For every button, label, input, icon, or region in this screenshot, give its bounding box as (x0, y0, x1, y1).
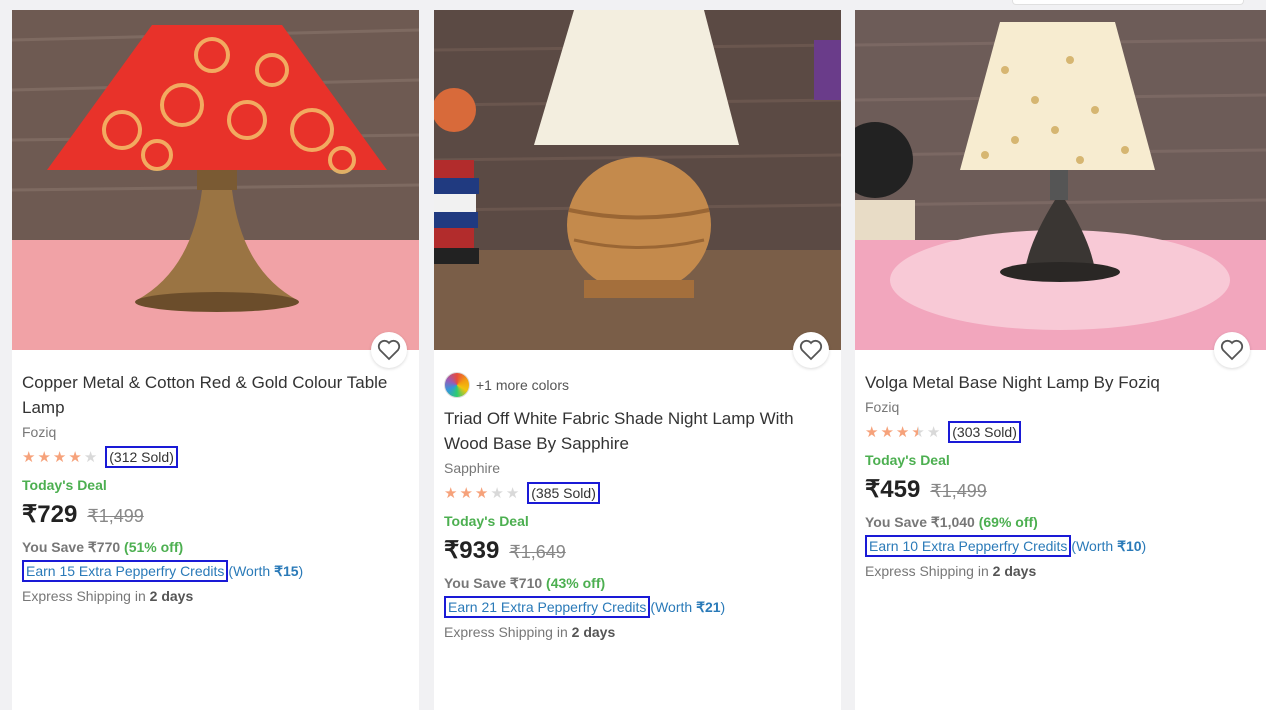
star-icon: ★ (880, 423, 894, 441)
star-icon: ★ (474, 484, 489, 502)
star-icon: ★ (865, 423, 879, 441)
star-icon: ★ (459, 484, 473, 502)
worth-prefix: (Worth (650, 598, 697, 615)
credits-row: Earn 21 Extra Pepperfry Credits (Worth ₹… (444, 594, 831, 620)
product-brand: Foziq (865, 399, 900, 415)
worth-suffix: ) (298, 562, 304, 579)
search-bar-edge[interactable] (1012, 0, 1244, 5)
deal-badge: Today's Deal (22, 477, 107, 493)
worth-prefix: (Worth (228, 562, 275, 579)
sale-price: ₹939 (444, 537, 500, 564)
discount-percent: (51% off) (124, 539, 184, 555)
product-card[interactable]: Copper Metal & Cotton Red & Gold Colour … (12, 10, 419, 710)
worth-suffix: ) (1141, 537, 1147, 554)
worth-value: ₹10 (1117, 537, 1142, 554)
star-icon: ★ (22, 448, 36, 466)
credits-worth: (Worth ₹15) (228, 563, 303, 580)
product-title[interactable]: Triad Off White Fabric Shade Night Lamp … (444, 406, 831, 456)
sold-count: (312 Sold) (105, 446, 178, 468)
sold-count: (385 Sold) (527, 482, 600, 504)
original-price: ₹1,499 (930, 481, 987, 501)
star-icon: ★ (911, 423, 925, 441)
shipping-info: Express Shipping in 2 days (444, 620, 831, 644)
product-title[interactable]: Volga Metal Base Night Lamp By Foziq (865, 370, 1256, 395)
credits-worth: (Worth ₹21) (650, 599, 725, 616)
product-card[interactable]: +1 more colors Triad Off White Fabric Sh… (434, 10, 841, 710)
sale-price: ₹459 (865, 476, 921, 503)
product-image[interactable] (434, 10, 841, 350)
product-brand: Foziq (22, 424, 57, 440)
deal-badge: Today's Deal (865, 452, 950, 468)
star-icon: ★ (83, 448, 98, 466)
worth-value: ₹15 (274, 562, 299, 579)
credits-link[interactable]: Earn 15 Extra Pepperfry Credits (22, 560, 229, 582)
worth-suffix: ) (720, 598, 726, 615)
savings-amount: You Save ₹1,040 (865, 514, 975, 530)
savings-text: You Save ₹710 (43% off) (444, 572, 831, 594)
color-wheel-icon (444, 372, 470, 398)
credits-row: Earn 15 Extra Pepperfry Credits (Worth ₹… (22, 558, 409, 584)
star-rating: ★ ★ ★ ★ ★ (865, 425, 942, 440)
more-colors-label: +1 more colors (476, 377, 569, 393)
credits-link[interactable]: Earn 10 Extra Pepperfry Credits (865, 535, 1072, 557)
shipping-days: 2 days (571, 624, 616, 640)
shipping-text: Express Shipping in (865, 563, 993, 579)
credits-row: Earn 10 Extra Pepperfry Credits (Worth ₹… (865, 533, 1256, 559)
star-icon: ★ (37, 448, 51, 466)
product-card[interactable]: Volga Metal Base Night Lamp By Foziq Foz… (855, 10, 1266, 710)
discount-percent: (43% off) (546, 575, 606, 591)
deal-badge: Today's Deal (444, 513, 529, 529)
more-colors[interactable]: +1 more colors (444, 372, 831, 398)
shipping-text: Express Shipping in (444, 624, 572, 640)
heart-icon (1220, 339, 1244, 361)
credits-link[interactable]: Earn 21 Extra Pepperfry Credits (444, 596, 651, 618)
savings-text: You Save ₹1,040 (69% off) (865, 511, 1256, 533)
shipping-info: Express Shipping in 2 days (865, 559, 1256, 583)
heart-icon (799, 339, 823, 361)
shipping-days: 2 days (992, 563, 1037, 579)
product-brand: Sapphire (444, 460, 501, 476)
shipping-info: Express Shipping in 2 days (22, 584, 409, 608)
sold-count: (303 Sold) (948, 421, 1021, 443)
star-icon: ★ (52, 448, 67, 466)
product-image[interactable] (855, 10, 1266, 350)
star-icon: ★ (505, 484, 520, 502)
top-bar (0, 0, 1266, 10)
shipping-text: Express Shipping in (22, 588, 150, 604)
sale-price: ₹729 (22, 501, 78, 528)
original-price: ₹1,649 (509, 542, 566, 562)
heart-icon (377, 339, 401, 361)
worth-value: ₹21 (696, 598, 721, 615)
rating-row: ★ ★ ★ ★ ★ (303 Sold) (865, 419, 1256, 445)
rating-row: ★ ★ ★ ★ ★ (312 Sold) (22, 444, 409, 470)
savings-text: You Save ₹770 (51% off) (22, 536, 409, 558)
savings-amount: You Save ₹770 (22, 539, 121, 555)
worth-prefix: (Worth (1071, 537, 1118, 554)
star-icon: ★ (68, 448, 82, 466)
credits-worth: (Worth ₹10) (1071, 538, 1146, 555)
discount-percent: (69% off) (978, 514, 1038, 530)
shipping-days: 2 days (149, 588, 194, 604)
star-icon: ★ (895, 423, 910, 441)
savings-amount: You Save ₹710 (444, 575, 543, 591)
star-icon: ★ (444, 484, 458, 502)
star-rating: ★ ★ ★ ★ ★ (444, 486, 521, 501)
star-rating: ★ ★ ★ ★ ★ (22, 450, 99, 465)
rating-row: ★ ★ ★ ★ ★ (385 Sold) (444, 480, 831, 506)
original-price: ₹1,499 (87, 506, 144, 526)
star-icon: ★ (490, 484, 504, 502)
product-title[interactable]: Copper Metal & Cotton Red & Gold Colour … (22, 370, 409, 420)
product-image[interactable] (12, 10, 419, 350)
star-icon: ★ (926, 423, 941, 441)
